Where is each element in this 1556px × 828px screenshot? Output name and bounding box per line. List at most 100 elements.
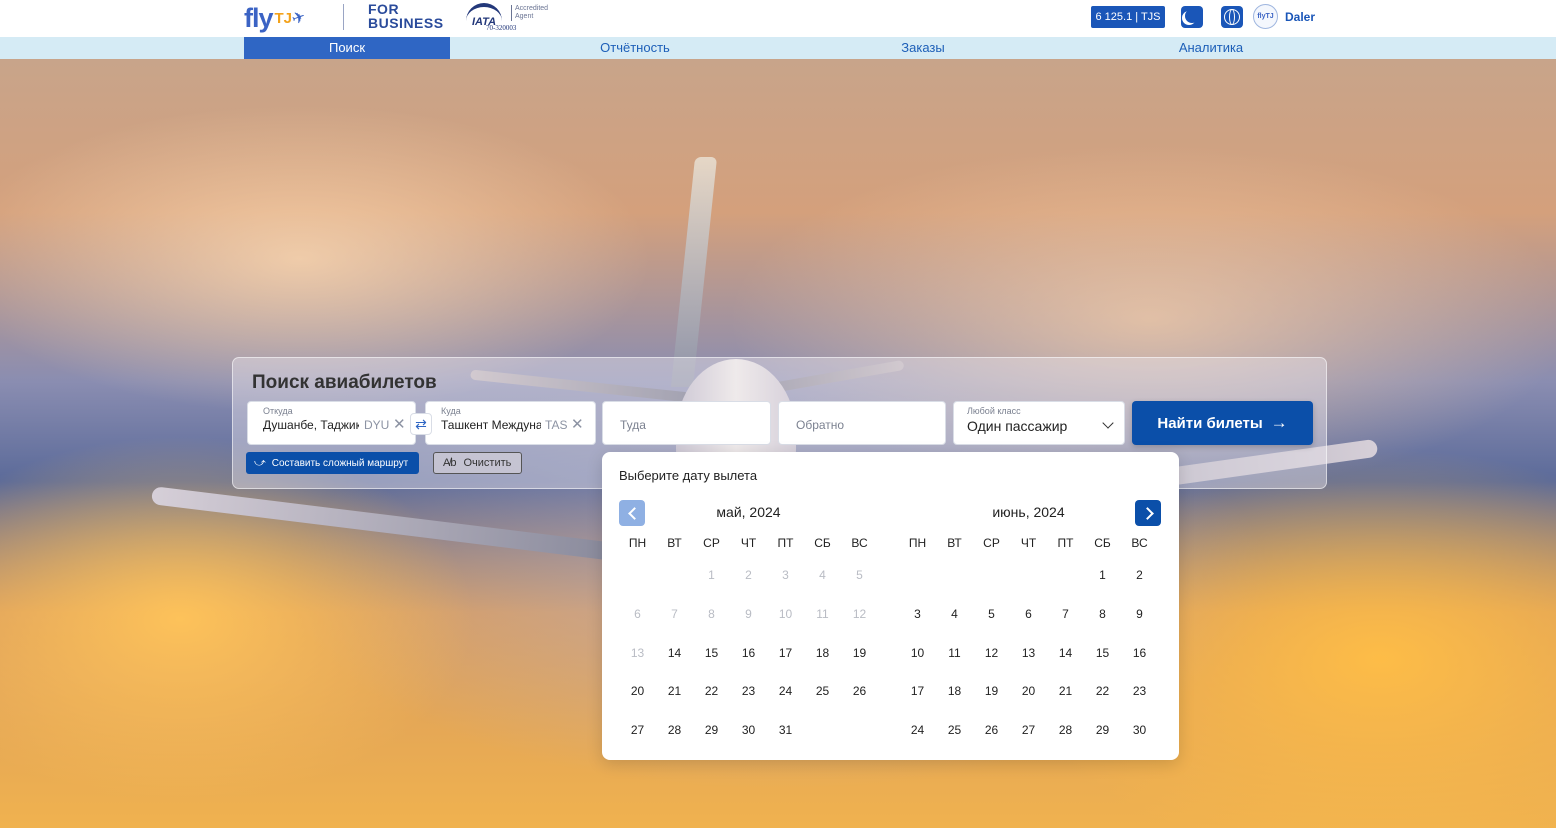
return-placeholder: Обратно [796,418,845,432]
day-cell[interactable]: 27 [619,719,656,758]
find-tickets-button[interactable]: Найти билеты → [1132,401,1313,445]
day-cell[interactable]: 31 [767,719,804,758]
day-cell[interactable]: 5 [973,603,1010,642]
day-cell: 13 [630,645,645,660]
weekday-label: СБ [1094,536,1111,550]
day-cell[interactable]: 10 [899,642,936,681]
to-value[interactable]: Ташкент Международный [441,418,541,432]
day-cell[interactable]: 17 [899,680,936,719]
day-cell[interactable]: 25 [936,719,973,758]
day-cell[interactable]: 18 [804,642,841,681]
day-cell[interactable]: 3 [899,603,936,642]
day-cell: 8 [708,606,715,621]
weekday-label: СР [703,536,720,550]
tab-reports[interactable]: Отчётность [532,37,738,59]
balance-badge[interactable]: 6 125.1 | TJS [1091,6,1165,28]
flytj-logo[interactable]: fly TJ ✈ [244,2,308,34]
from-clear-icon[interactable]: ✕ [393,415,406,433]
day-cell[interactable]: 25 [804,680,841,719]
username[interactable]: Daler [1285,10,1315,24]
tab-search[interactable]: Поиск [244,37,450,59]
day-cell[interactable]: 21 [1047,680,1084,719]
month-name: июнь, 2024 [992,504,1065,520]
day-cell[interactable]: 20 [1010,680,1047,719]
depart-date-field[interactable]: Туда [602,401,771,445]
day-cell[interactable]: 13 [1010,642,1047,681]
moon-icon[interactable] [1181,6,1203,28]
day-cell[interactable]: 19 [973,680,1010,719]
day-cell[interactable]: 22 [693,680,730,719]
day-cell[interactable]: 9 [1121,603,1158,642]
day-cell[interactable]: 6 [1010,603,1047,642]
day-cell[interactable]: 21 [656,680,693,719]
day-cell[interactable]: 12 [973,642,1010,681]
day-cell: 3 [782,568,789,582]
day-cell: 11 [816,606,829,621]
day-cell: 7 [671,606,678,621]
day-cell[interactable]: 23 [730,680,767,719]
day-cell[interactable]: 27 [1010,719,1047,758]
tab-analytics[interactable]: Аналитика [1108,37,1314,59]
day-cell[interactable]: 19 [841,642,878,681]
day-cell: 10 [778,606,793,621]
day-cell[interactable]: 16 [1121,642,1158,681]
complex-route-label: Составить сложный маршрут [271,457,409,469]
day-cell[interactable]: 20 [619,680,656,719]
day-cell[interactable]: 26 [973,719,1010,758]
day-cell[interactable]: 30 [730,719,767,758]
day-cell: 2 [745,568,752,582]
chevron-down-icon [1102,417,1114,429]
day-cell[interactable]: 29 [693,719,730,758]
route-icon: ⤻ [254,456,266,469]
tab-orders[interactable]: Заказы [820,37,1026,59]
day-cell[interactable]: 26 [841,680,878,719]
weekday-label: ВТ [947,536,962,550]
return-date-field[interactable]: Обратно [778,401,946,445]
day-cell[interactable]: 29 [1084,719,1121,758]
day-cell[interactable]: 14 [656,642,693,681]
avatar[interactable]: flyTJ [1253,4,1278,29]
day-cell[interactable]: 28 [1047,719,1084,758]
weekday-label: СР [983,536,1000,550]
day-cell[interactable]: 24 [767,680,804,719]
day-cell[interactable]: 14 [1047,642,1084,681]
day-cell[interactable]: 2 [1121,564,1158,603]
day-cell[interactable]: 15 [1084,642,1121,681]
header-divider [343,4,344,30]
day-cell[interactable]: 23 [1121,680,1158,719]
day-cell[interactable]: 15 [693,642,730,681]
day-cell[interactable]: 16 [730,642,767,681]
day-cell[interactable]: 4 [936,603,973,642]
globe-icon[interactable] [1221,6,1243,28]
weekday-label: ПТ [1057,536,1074,550]
weekday-label: ЧТ [1020,536,1037,550]
from-field[interactable]: Откуда Душанбе, Таджикистан DYU ✕ [247,401,416,445]
day-cell[interactable]: 24 [899,719,936,758]
to-clear-icon[interactable]: ✕ [571,415,584,433]
weekday-row: ПН ВТ СР ЧТ ПТ СБ ВС [899,536,1158,550]
day-cell[interactable]: 1 [1084,564,1121,603]
day-cell[interactable]: 11 [936,642,973,681]
for-business-line1: FOR [368,1,400,17]
day-cell[interactable]: 18 [936,680,973,719]
to-code: TAS [545,418,568,432]
day-cell: 1 [708,568,715,582]
clear-button[interactable]: A̸b Очистить [433,452,522,474]
day-cell[interactable]: 8 [1084,603,1121,642]
from-value[interactable]: Душанбе, Таджикистан [263,418,359,432]
day-cell[interactable]: 22 [1084,680,1121,719]
iata-code: 70-320003 [486,24,517,32]
weekday-label: ЧТ [740,536,757,550]
day-cell[interactable]: 17 [767,642,804,681]
day-cell[interactable]: 7 [1047,603,1084,642]
day-cell[interactable]: 30 [1121,719,1158,758]
passenger-class-select[interactable]: Любой класс Один пассажир [953,401,1125,445]
from-code: DYU [364,418,390,432]
day-cell[interactable]: 28 [656,719,693,758]
swap-icon[interactable]: ⇄ [410,413,432,435]
weekday-label: ПН [908,536,927,550]
to-field[interactable]: Куда Ташкент Международный TAS ✕ [425,401,596,445]
class-label: Любой класс [967,406,1021,416]
complex-route-button[interactable]: ⤻ Составить сложный маршрут [246,452,419,474]
day-cell: 5 [856,568,863,582]
